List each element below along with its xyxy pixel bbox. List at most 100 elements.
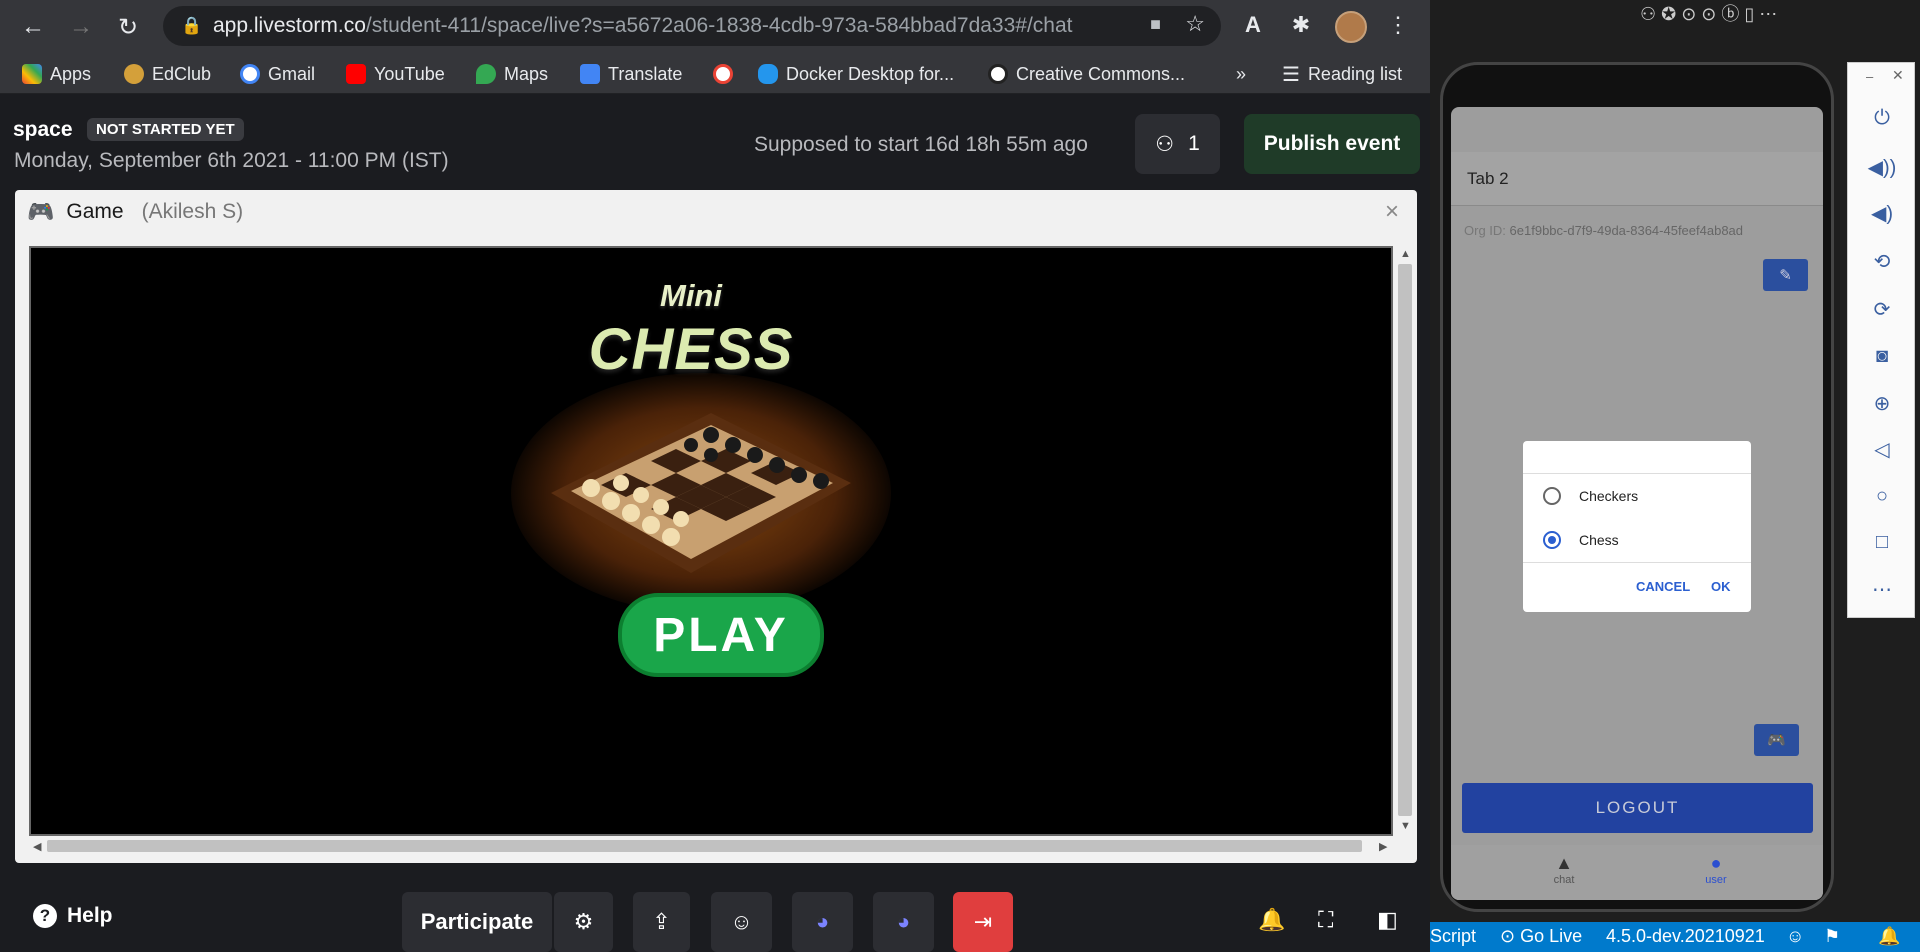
feedback-icon[interactable]: ⚑ [1824, 926, 1840, 947]
bookmark-google[interactable] [713, 62, 733, 86]
close-icon[interactable]: ✕ [1892, 67, 1904, 84]
emulator-controls: – ✕ ⏻ ◀)) ◀) ⟲ ⟳ ◙ ⊕ ◁ ○ □ ⋯ [1847, 62, 1915, 618]
vertical-scrollbar[interactable]: ▲ ▼ [1394, 246, 1416, 836]
volume-up-icon[interactable]: ◀)) [1848, 155, 1916, 180]
chessboard-image [511, 373, 891, 613]
cancel-button[interactable]: CANCEL [1636, 579, 1690, 594]
back-icon[interactable]: ← [16, 10, 50, 44]
copilot-icon[interactable]: ☺ [1786, 926, 1804, 947]
settings-gear-icon[interactable]: ⚙ [554, 892, 613, 952]
bookmark-label: Gmail [268, 63, 316, 84]
more-icon[interactable]: ⋯ [1848, 577, 1916, 602]
scroll-thumb[interactable] [1398, 264, 1412, 816]
volume-down-icon[interactable]: ◀) [1848, 201, 1916, 226]
sidebar-toggle-icon[interactable]: ◧ [1377, 907, 1398, 933]
rotate-right-icon[interactable]: ⟳ [1848, 297, 1916, 322]
close-icon[interactable]: × [1385, 198, 1399, 226]
radio-unchecked[interactable] [1543, 487, 1561, 505]
game-panel-title: Game [66, 200, 124, 223]
bookmark-edclub[interactable]: EdClub [124, 62, 211, 86]
scroll-up-icon[interactable]: ▲ [1400, 248, 1411, 260]
share-screen-icon[interactable]: ⇪ [633, 892, 690, 952]
scroll-left-icon[interactable]: ◀ [33, 840, 41, 853]
help-icon: ? [33, 904, 57, 928]
url-bar[interactable]: 🔒 app.livestorm.co/student-411/space/liv… [163, 6, 1221, 46]
game-owner: (Akilesh S) [141, 200, 244, 223]
game-panel-header: 🎮 Game (Akilesh S) × [15, 190, 1417, 234]
game-iframe[interactable]: Mini CHESS PLAY [29, 246, 1393, 836]
edclub-icon [124, 64, 144, 84]
edit-icon[interactable]: ✎ [1763, 259, 1808, 291]
cc-icon [988, 64, 1008, 84]
option-chess[interactable]: Chess [1543, 528, 1619, 552]
option-checkers[interactable]: Checkers [1543, 484, 1638, 508]
reading-list-label: Reading list [1307, 63, 1402, 84]
home-icon[interactable]: ○ [1848, 485, 1916, 508]
notification-bell-icon[interactable]: 🔔 [1878, 926, 1900, 947]
scroll-down-icon[interactable]: ▼ [1400, 820, 1411, 832]
power-icon[interactable]: ⏻ [1848, 107, 1916, 130]
bookmark-creative-commons[interactable]: Creative Commons... [988, 62, 1185, 86]
translate-icon [580, 64, 600, 84]
bookmark-label: Apps [50, 63, 92, 84]
minimize-icon[interactable]: – [1866, 69, 1873, 84]
tab-chat[interactable]: ▲ chat [1524, 853, 1604, 886]
ok-button[interactable]: OK [1711, 579, 1731, 594]
game-panel: 🎮 Game (Akilesh S) × Mini CHESS PLAY ▲ ▼… [15, 190, 1417, 863]
broadcast-icon: ⊙ [1500, 926, 1521, 946]
apps-grid-icon [22, 64, 42, 84]
logout-button[interactable]: LOGOUT [1462, 783, 1813, 833]
scroll-right-icon[interactable]: ▶ [1379, 840, 1387, 853]
discord-icon[interactable]: ◕ [873, 892, 934, 952]
camera-icon[interactable]: ◙ [1848, 345, 1916, 368]
reading-list[interactable]: ☰ Reading list [1282, 62, 1402, 86]
gamepad-icon[interactable]: 🎮 [1754, 724, 1799, 756]
menu-kebab-icon[interactable]: ⋮ [1383, 12, 1413, 42]
bookmark-translate[interactable]: Translate [580, 62, 682, 86]
reading-list-icon: ☰ [1282, 63, 1300, 86]
publish-event-button[interactable]: Publish event [1244, 114, 1420, 174]
help-button[interactable]: ? Help [33, 904, 113, 928]
discord-icon[interactable]: ◕ [792, 892, 853, 952]
rotate-left-icon[interactable]: ⟲ [1848, 249, 1916, 274]
bookmark-label: EdClub [152, 63, 212, 84]
tab-user[interactable]: ● user [1676, 853, 1756, 886]
attendee-count: 1 [1188, 132, 1200, 155]
org-id-row: Org ID: 6e1f9bbc-d7f9-49da-8364-45feef4a… [1464, 223, 1743, 238]
url-domain: app.livestorm.co [213, 14, 366, 37]
bookmark-label: Creative Commons... [1016, 63, 1186, 84]
go-live-button[interactable]: ⊙ Go Live [1500, 926, 1582, 947]
bookmark-apps[interactable]: Apps [22, 62, 91, 86]
back-icon[interactable]: ◁ [1848, 437, 1916, 462]
bookmark-gmail[interactable]: Gmail [240, 62, 315, 86]
org-id-label: Org ID: [1464, 223, 1506, 238]
profile-avatar[interactable] [1335, 11, 1367, 43]
bookmark-maps[interactable]: Maps [476, 62, 548, 86]
extension-a-icon[interactable]: A [1238, 12, 1268, 42]
forward-icon[interactable]: → [64, 10, 98, 44]
scroll-thumb[interactable] [47, 840, 1362, 852]
zoom-icon[interactable]: ⊕ [1848, 391, 1916, 416]
participate-button[interactable]: Participate [402, 892, 552, 952]
bookmark-youtube[interactable]: YouTube [346, 62, 445, 86]
option-label: Checkers [1579, 488, 1639, 504]
bookmarks-overflow[interactable]: » [1236, 62, 1246, 86]
camera-icon[interactable]: ■ [1150, 14, 1161, 35]
typescript-version[interactable]: 4.5.0-dev.20210921 [1606, 926, 1765, 947]
bookmark-label: Docker Desktop for... [786, 63, 955, 84]
radio-checked[interactable] [1543, 531, 1561, 549]
bookmark-label: Maps [504, 63, 549, 84]
extensions-puzzle-icon[interactable]: ✱ [1286, 12, 1316, 42]
play-button[interactable]: PLAY [618, 593, 824, 677]
notification-bell-icon[interactable]: 🔔 [1258, 907, 1285, 933]
overview-icon[interactable]: □ [1848, 531, 1916, 554]
attendees-button[interactable]: ⚇ 1 [1135, 114, 1220, 174]
reload-icon[interactable]: ↻ [111, 10, 145, 44]
bookmark-star-icon[interactable]: ☆ [1185, 11, 1205, 37]
leave-room-icon[interactable]: ⇥ [953, 892, 1013, 952]
bookmark-docker[interactable]: Docker Desktop for... [758, 62, 954, 86]
fullscreen-icon[interactable]: ⛶ [1318, 907, 1333, 933]
language-mode[interactable]: Script [1430, 926, 1476, 947]
emoji-reaction-icon[interactable]: ☺ [711, 892, 772, 952]
horizontal-scrollbar[interactable]: ◀ ▶ [29, 836, 1394, 856]
